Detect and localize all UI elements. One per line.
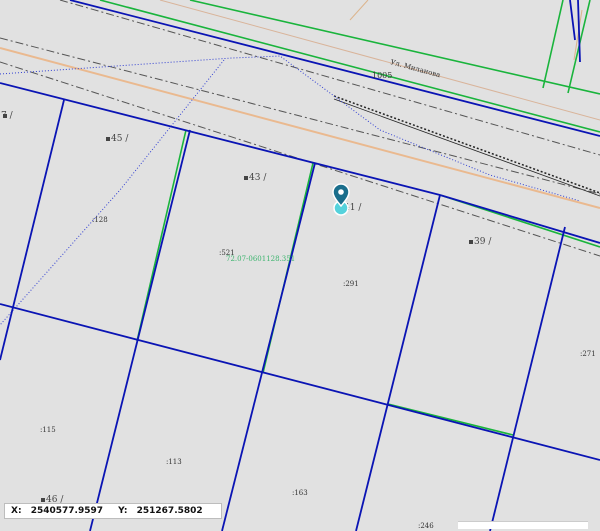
parcel-id-label: :271: [580, 350, 596, 358]
map-pin-center: [338, 189, 344, 195]
point-symbol: [469, 240, 473, 244]
parcel-number-label: 43 /: [249, 173, 267, 183]
y-coordinate: Y: 251267.5802: [118, 506, 209, 516]
parcel-id-label: :291: [343, 280, 359, 288]
parcel-id-label: :115: [40, 426, 56, 434]
parcel-id-label: :246: [418, 522, 434, 530]
coordinate-readout: X: 2540577.9597 Y: 251267.5802: [4, 503, 222, 519]
cadastral-id-label: 72.07-0601128.351: [226, 255, 295, 263]
parcel-id-label: :163: [292, 489, 308, 497]
point-symbol: [41, 498, 45, 502]
y-value: 251267.5802: [136, 506, 203, 516]
map-canvas[interactable]: Ул. Миланова 1005 7 / 45 / 43 / 41 / 39 …: [0, 0, 600, 531]
point-symbol: [244, 176, 248, 180]
parcel-number-label: 7 /: [1, 111, 14, 121]
parcel-number-label: 45 /: [111, 134, 129, 144]
parcel-id-label: :113: [166, 458, 182, 466]
x-value: 2540577.9597: [30, 506, 103, 516]
point-symbol: [106, 137, 110, 141]
marker-label: 1005: [372, 71, 392, 80]
location-marker[interactable]: [332, 183, 350, 216]
parcel-number-label: 39 /: [474, 237, 492, 247]
bottom-attribution-strip: [458, 521, 588, 529]
y-label: Y:: [118, 506, 128, 516]
parcel-id-label: :128: [92, 216, 108, 224]
x-label: X:: [11, 506, 22, 516]
x-coordinate: X: 2540577.9597: [11, 506, 109, 516]
